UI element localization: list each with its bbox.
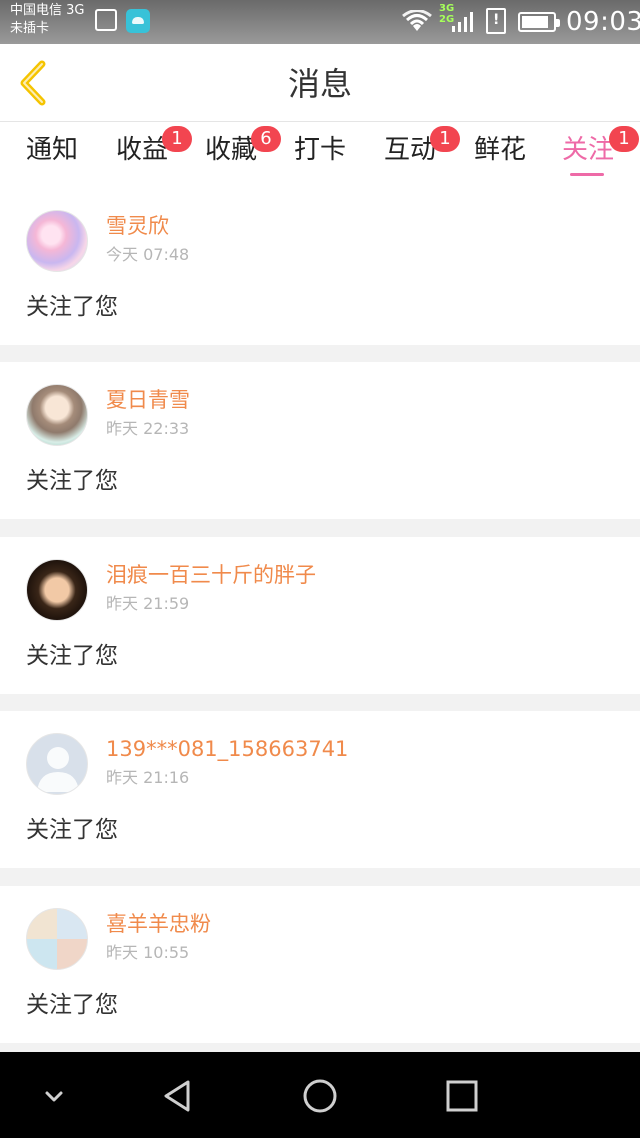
tab-checkin[interactable]: 打卡 [294, 132, 346, 188]
tab-label: 鲜花 [474, 135, 527, 165]
tab-label: 互动 [384, 135, 437, 165]
tab-favorites[interactable]: 收藏 6 [205, 126, 281, 188]
avatar[interactable] [26, 733, 88, 795]
timestamp: 昨天 10:55 [106, 943, 190, 962]
tab-earnings[interactable]: 收益 1 [116, 126, 192, 188]
app-notification-icon [126, 9, 150, 33]
avatar[interactable] [26, 210, 88, 272]
home-circle-icon[interactable] [300, 1076, 340, 1116]
follow-notification[interactable]: 雪灵欣 今天 07:48 关注了您 [0, 188, 640, 345]
username[interactable]: 喜羊羊忠粉 [106, 910, 211, 938]
tab-bar: 通知 收益 1 收藏 6 打卡 互动 1 鲜花 关注 1 [0, 122, 640, 188]
carrier-name: 中国电信 3G [10, 3, 85, 18]
username[interactable]: 139***081_158663741 [106, 735, 348, 763]
follow-notification[interactable]: 喜羊羊忠粉 昨天 10:55 关注了您 [0, 886, 640, 1043]
username[interactable]: 夏日青雪 [106, 386, 190, 414]
timestamp: 昨天 21:59 [106, 594, 190, 613]
username[interactable]: 泪痕一百三十斤的胖子 [106, 561, 316, 589]
avatar[interactable] [26, 908, 88, 970]
follow-notification[interactable]: 泪痕一百三十斤的胖子 昨天 21:59 关注了您 [0, 537, 640, 694]
system-nav-bar [0, 1052, 640, 1138]
username[interactable]: 雪灵欣 [106, 212, 169, 240]
tab-flowers[interactable]: 鲜花 [474, 132, 526, 188]
wifi-icon [402, 10, 432, 31]
tab-notice[interactable]: 通知 [26, 132, 78, 188]
avatar[interactable] [26, 559, 88, 621]
tab-badge: 1 [430, 126, 460, 152]
status-bar: 中国电信 3G 未插卡 3G 2G 09:03 [0, 0, 640, 44]
tab-label: 打卡 [294, 135, 347, 165]
follow-notification[interactable]: 139***081_158663741 昨天 21:16 关注了您 [0, 711, 640, 868]
tab-badge: 6 [251, 126, 281, 152]
chevron-down-icon[interactable] [34, 1076, 74, 1116]
timestamp: 今天 07:48 [106, 245, 190, 264]
sim-status: 未插卡 [10, 21, 50, 36]
carrier-info: 中国电信 3G 未插卡 [10, 2, 84, 38]
message-text: 关注了您 [26, 817, 118, 843]
tab-badge: 1 [162, 126, 192, 152]
avatar[interactable] [26, 384, 88, 446]
tab-label: 通知 [26, 135, 79, 165]
tab-label: 关注 [562, 135, 615, 165]
battery-icon [518, 12, 560, 32]
default-user-icon [37, 747, 79, 792]
active-tab-indicator [570, 173, 604, 176]
timestamp: 昨天 21:16 [106, 768, 190, 787]
message-text: 关注了您 [26, 643, 118, 669]
tab-follow[interactable]: 关注 1 [562, 126, 639, 188]
tab-label: 收藏 [205, 135, 258, 165]
back-triangle-icon[interactable] [158, 1076, 198, 1116]
message-text: 关注了您 [26, 294, 118, 320]
app-screen: 中国电信 3G 未插卡 3G 2G 09:03 消息 [0, 0, 640, 1138]
gallery-icon [95, 9, 117, 31]
page-title: 消息 [287, 65, 352, 103]
timestamp: 昨天 22:33 [106, 419, 190, 438]
message-text: 关注了您 [26, 992, 118, 1018]
tab-label: 收益 [116, 135, 169, 165]
sim-alert-icon [486, 8, 506, 34]
signal-icon [452, 12, 473, 32]
clock: 09:03 [566, 7, 640, 37]
follow-notification[interactable]: 夏日青雪 昨天 22:33 关注了您 [0, 362, 640, 519]
top-bar: 消息 [0, 44, 640, 122]
message-text: 关注了您 [26, 468, 118, 494]
tab-badge: 1 [609, 126, 639, 152]
recents-square-icon[interactable] [442, 1076, 482, 1116]
tab-interaction[interactable]: 互动 1 [384, 126, 460, 188]
